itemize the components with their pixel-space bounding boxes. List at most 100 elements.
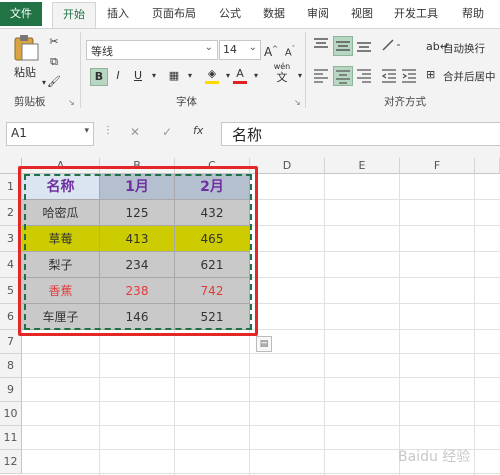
chevron-down-icon: ⌄ bbox=[204, 42, 213, 53]
gridline bbox=[22, 353, 500, 354]
row-header-8[interactable]: 8 bbox=[0, 354, 22, 378]
underline-button[interactable]: U bbox=[130, 68, 146, 84]
grow-font-icon: A bbox=[263, 45, 273, 59]
paste-label[interactable]: 粘贴 bbox=[8, 64, 42, 80]
align-middle-icon bbox=[336, 41, 350, 51]
gridline bbox=[474, 174, 475, 475]
align-top-icon bbox=[314, 38, 328, 48]
wrap-text-label: 自动换行 bbox=[443, 43, 485, 55]
bold-button[interactable]: B bbox=[90, 68, 108, 86]
gridline bbox=[22, 473, 500, 474]
formula-input[interactable]: 名称 bbox=[221, 122, 500, 146]
font-size-value: 14 bbox=[223, 43, 237, 56]
tab-page-layout[interactable]: 页面布局 bbox=[142, 2, 206, 26]
row-header-12[interactable]: 12 bbox=[0, 450, 22, 474]
merge-center-button[interactable]: ⊞ 合并后居中 bbox=[426, 68, 500, 84]
tab-formulas[interactable]: 公式 bbox=[210, 2, 250, 26]
font-size-select[interactable]: 14 ⌄ bbox=[219, 40, 261, 60]
grow-font-button[interactable]: A^ bbox=[263, 41, 279, 59]
alignment-group-label: 对齐方式 bbox=[384, 96, 426, 108]
cancel-icon[interactable]: ✕ bbox=[130, 125, 140, 139]
shrink-font-button[interactable]: Aˇ bbox=[282, 41, 298, 59]
name-box-value: A1 bbox=[11, 126, 27, 140]
font-name-value: 等线 bbox=[91, 45, 113, 58]
column-header-d[interactable]: D bbox=[250, 158, 325, 174]
tab-review[interactable]: 审阅 bbox=[298, 2, 338, 26]
column-header-f[interactable]: F bbox=[400, 158, 475, 174]
border-icon[interactable]: ▦ bbox=[166, 68, 182, 84]
clipboard-launcher-icon[interactable]: ↘ bbox=[68, 98, 75, 107]
shrink-font-icon: A bbox=[284, 47, 292, 59]
phonetic-char: 文 bbox=[276, 71, 288, 84]
fill-color-swatch bbox=[205, 81, 219, 84]
watermark: Baidu 经验 bbox=[398, 449, 471, 465]
ribbon-tab-bar: 文件 开始 插入 页面布局 公式 数据 审阅 视图 开发工具 帮助 bbox=[0, 0, 500, 28]
paste-options-icon[interactable]: ▤ bbox=[256, 336, 272, 352]
align-bottom-icon bbox=[357, 42, 371, 52]
copy-icon[interactable]: ⧉ bbox=[46, 54, 62, 70]
enter-icon[interactable]: ✓ bbox=[162, 125, 172, 139]
align-center-icon bbox=[336, 70, 350, 84]
gridline bbox=[22, 377, 500, 378]
chevron-down-icon: ⌄ bbox=[248, 42, 257, 53]
wrap-text-button[interactable]: ab↵ 自动换行 bbox=[426, 40, 500, 56]
column-header-overflow[interactable] bbox=[475, 158, 500, 174]
align-right-icon bbox=[357, 69, 371, 83]
fill-bucket-icon: ◈ bbox=[207, 67, 217, 80]
tab-file[interactable]: 文件 bbox=[0, 2, 42, 26]
row-header-11[interactable]: 11 bbox=[0, 426, 22, 450]
orientation-button[interactable] bbox=[380, 36, 402, 57]
align-center-button[interactable] bbox=[333, 66, 353, 86]
gridline bbox=[22, 425, 500, 426]
insert-function-icon[interactable]: fx bbox=[193, 124, 203, 137]
font-color-letter: A bbox=[236, 67, 244, 80]
paste-button[interactable] bbox=[10, 34, 40, 62]
tab-developer[interactable]: 开发工具 bbox=[386, 2, 446, 26]
gridline bbox=[324, 174, 325, 475]
align-left-button[interactable] bbox=[312, 66, 330, 87]
font-launcher-icon[interactable]: ↘ bbox=[294, 98, 301, 107]
highlight-outline bbox=[18, 166, 258, 336]
font-group-label: 字体 bbox=[176, 96, 197, 108]
underline-dropdown-icon[interactable]: ▾ bbox=[146, 68, 162, 84]
tab-data[interactable]: 数据 bbox=[254, 2, 294, 26]
gridline bbox=[399, 174, 400, 475]
row-header-10[interactable]: 10 bbox=[0, 402, 22, 426]
italic-button[interactable]: I bbox=[110, 68, 126, 84]
tab-help[interactable]: 帮助 bbox=[452, 2, 494, 26]
clipboard-group-label: 剪贴板 bbox=[14, 96, 46, 108]
align-left-icon bbox=[314, 69, 328, 83]
align-middle-button[interactable] bbox=[333, 36, 353, 56]
column-header-e[interactable]: E bbox=[325, 158, 400, 174]
orientation-icon bbox=[382, 39, 400, 51]
chevron-down-icon: ▾ bbox=[84, 126, 89, 136]
tab-view[interactable]: 视图 bbox=[342, 2, 382, 26]
increase-indent-button[interactable] bbox=[400, 66, 418, 87]
tab-insert[interactable]: 插入 bbox=[98, 2, 138, 26]
merge-center-label: 合并后居中 bbox=[443, 71, 496, 83]
increase-indent-icon bbox=[402, 69, 416, 83]
decrease-indent-icon bbox=[381, 69, 396, 83]
formula-bar-grip-icon: ⋮ bbox=[103, 125, 113, 136]
divider bbox=[80, 32, 81, 108]
font-color-swatch bbox=[233, 81, 247, 84]
cut-icon[interactable]: ✂ bbox=[46, 34, 62, 50]
align-right-button[interactable] bbox=[355, 66, 373, 87]
align-top-button[interactable] bbox=[312, 36, 330, 57]
format-painter-icon[interactable]: 🖌 bbox=[46, 74, 62, 90]
font-color-dropdown-icon[interactable]: ▾ bbox=[248, 68, 264, 84]
phonetic-button[interactable]: wén 文 bbox=[270, 62, 294, 86]
row-header-9[interactable]: 9 bbox=[0, 378, 22, 402]
tab-home[interactable]: 开始 bbox=[52, 2, 96, 28]
align-bottom-button[interactable] bbox=[355, 36, 373, 57]
formula-input-value: 名称 bbox=[232, 126, 263, 144]
font-name-select[interactable]: 等线 ⌄ bbox=[86, 40, 218, 60]
clipboard-icon bbox=[14, 35, 39, 61]
font-color-button[interactable]: A bbox=[232, 66, 248, 84]
fill-color-button[interactable]: ◈ bbox=[204, 66, 220, 84]
border-dropdown-icon[interactable]: ▾ bbox=[182, 68, 198, 84]
phonetic-pinyin: wén bbox=[273, 62, 291, 71]
gridline bbox=[22, 401, 500, 402]
decrease-indent-button[interactable] bbox=[380, 66, 398, 87]
name-box[interactable]: A1 ▾ bbox=[6, 122, 94, 146]
